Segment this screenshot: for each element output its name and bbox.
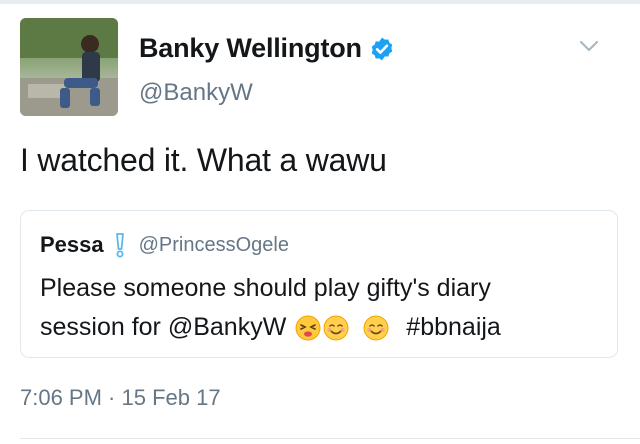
quoted-text-line-2-start: session for @BankyW [40,313,287,341]
quoted-text: Please someone should play gifty's diary… [40,269,600,347]
chevron-down-icon[interactable] [578,38,600,54]
author-display-name[interactable]: Banky Wellington [139,33,362,64]
exclamation-emoji-icon [115,233,124,258]
quoted-text-line-1: Please someone should play gifty's diary [40,274,491,302]
top-divider [0,0,640,4]
verified-badge-icon [371,37,393,60]
bottom-divider [20,438,640,439]
smiling-face-emoji-icon [363,315,389,340]
hashtag-link[interactable]: #bbnaija [406,308,501,347]
author-row: Banky Wellington [139,33,395,64]
quoted-author-row: Pessa @PrincessOgele [40,232,289,258]
quoted-display-name: Pessa [40,232,104,257]
tired-face-emoji-icon [295,315,321,340]
quoted-handle: @PrincessOgele [138,233,289,256]
smiling-face-emoji-icon [323,315,349,340]
author-handle[interactable]: @BankyW [139,79,253,107]
profile-photo-icon [20,18,118,116]
quoted-text-line-2: session for @BankyW #bbnaija [40,308,600,347]
emoji-group [294,314,390,342]
avatar[interactable] [20,18,118,116]
tweet-text: I watched it. What a wawu [20,142,387,178]
quoted-tweet-card[interactable]: Pessa @PrincessOgele Please someone shou… [20,210,618,358]
tweet-timestamp[interactable]: 7:06 PM · 15 Feb 17 [20,385,221,411]
